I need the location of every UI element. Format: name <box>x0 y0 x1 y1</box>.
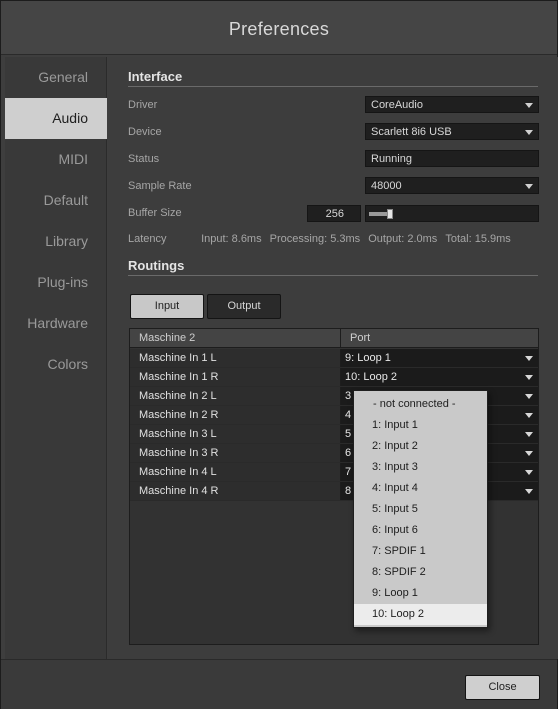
chevron-down-icon <box>525 470 533 475</box>
chevron-down-icon <box>525 375 533 380</box>
sample-rate-select[interactable]: 48000 <box>365 177 539 194</box>
sidebar-item-general[interactable]: General <box>5 57 107 98</box>
dropdown-option[interactable]: 4: Input 4 <box>354 478 487 499</box>
chevron-down-icon <box>525 356 533 361</box>
dropdown-option[interactable]: 5: Input 5 <box>354 499 487 520</box>
column-header-port: Port <box>350 332 371 344</box>
dropdown-option[interactable]: 8: SPDIF 2 <box>354 562 487 583</box>
driver-select[interactable]: CoreAudio <box>365 96 539 113</box>
device-label: Device <box>128 126 162 138</box>
port-value: 10: Loop 2 <box>345 371 397 383</box>
dropdown-option[interactable]: 3: Input 3 <box>354 457 487 478</box>
column-header-maschine: Maschine 2 <box>130 329 341 348</box>
chevron-down-icon <box>525 451 533 456</box>
row-channel-name: Maschine In 4 L <box>130 463 341 481</box>
chevron-down-icon <box>525 432 533 437</box>
latency-label: Latency <box>128 233 167 245</box>
dropdown-option[interactable]: 7: SPDIF 1 <box>354 541 487 562</box>
port-value: 4 <box>345 409 352 421</box>
status-field: Running <box>365 150 539 167</box>
table-row: Maschine In 1 L 9: Loop 1 <box>130 349 538 368</box>
buffer-size-value[interactable]: 256 <box>307 205 361 222</box>
sidebar-item-hardware[interactable]: Hardware <box>5 303 107 344</box>
chevron-down-icon <box>525 489 533 494</box>
sidebar-item-library[interactable]: Library <box>5 221 107 262</box>
slider-handle[interactable] <box>387 209 393 219</box>
status-label: Status <box>128 153 160 165</box>
row-channel-name: Maschine In 2 L <box>130 387 341 405</box>
sample-rate-value: 48000 <box>371 180 402 192</box>
table-row: Maschine In 1 R 10: Loop 2 <box>130 368 538 387</box>
driver-value: CoreAudio <box>371 99 423 111</box>
routings-section-title: Routings <box>128 258 185 273</box>
port-value: 9: Loop 1 <box>345 352 391 364</box>
interface-section-title: Interface <box>128 69 183 84</box>
chevron-down-icon <box>525 394 533 399</box>
chevron-down-icon <box>525 413 533 418</box>
sidebar-item-midi[interactable]: MIDI <box>5 139 107 180</box>
row-channel-name: Maschine In 3 L <box>130 425 341 443</box>
latency-total: Total: 15.9ms <box>445 233 511 245</box>
row-channel-name: Maschine In 4 R <box>130 482 341 500</box>
row-channel-name: Maschine In 2 R <box>130 406 341 424</box>
latency-output: Output: 2.0ms <box>368 233 438 245</box>
audio-settings-panel: Interface Driver CoreAudio Device Scarle… <box>108 57 558 659</box>
row-channel-name: Maschine In 3 R <box>130 444 341 462</box>
tab-output[interactable]: Output <box>207 294 281 319</box>
port-value: 5 <box>345 428 352 440</box>
latency-processing: Processing: 5.3ms <box>269 233 361 245</box>
window-title: Preferences <box>228 19 330 39</box>
port-value: 6 <box>345 447 352 459</box>
chevron-down-icon <box>525 130 533 135</box>
buffer-size-label: Buffer Size <box>128 207 182 219</box>
port-dropdown-menu: - not connected - 1: Input 1 2: Input 2 … <box>353 390 488 628</box>
chevron-down-icon <box>525 103 533 108</box>
dropdown-option[interactable]: 9: Loop 1 <box>354 583 487 604</box>
dropdown-option[interactable]: 2: Input 2 <box>354 436 487 457</box>
sidebar-item-default[interactable]: Default <box>5 180 107 221</box>
latency-readout: Latency Input: 8.6ms Processing: 5.3ms O… <box>128 233 543 245</box>
footer: Close <box>1 659 557 709</box>
section-divider <box>128 275 538 276</box>
port-select[interactable]: 9: Loop 1 <box>341 349 538 367</box>
close-button[interactable]: Close <box>465 675 540 700</box>
latency-input: Input: 8.6ms <box>201 233 262 245</box>
sample-rate-label: Sample Rate <box>128 180 192 192</box>
title-bar: Preferences <box>1 1 557 55</box>
tab-input[interactable]: Input <box>130 294 204 319</box>
buffer-size-slider[interactable] <box>365 205 539 222</box>
sidebar: General Audio MIDI Default Library Plug-… <box>5 57 107 659</box>
dropdown-option[interactable]: 6: Input 6 <box>354 520 487 541</box>
preferences-window: Preferences General Audio MIDI Default L… <box>0 0 558 709</box>
device-select[interactable]: Scarlett 8i6 USB <box>365 123 539 140</box>
port-select[interactable]: 10: Loop 2 <box>341 368 538 386</box>
dropdown-option-selected[interactable]: 10: Loop 2 <box>354 604 487 625</box>
port-value: 7 <box>345 466 352 478</box>
dropdown-option[interactable]: 1: Input 1 <box>354 415 487 436</box>
row-channel-name: Maschine In 1 R <box>130 368 341 386</box>
row-channel-name: Maschine In 1 L <box>130 349 341 367</box>
port-value: 8 <box>345 485 352 497</box>
sidebar-item-plug-ins[interactable]: Plug-ins <box>5 262 107 303</box>
device-value: Scarlett 8i6 USB <box>371 126 452 138</box>
sidebar-item-audio[interactable]: Audio <box>5 98 107 139</box>
table-header: Maschine 2 Port <box>130 329 538 348</box>
slider-fill <box>369 212 389 216</box>
section-divider <box>128 86 538 87</box>
port-value: 3 <box>345 390 352 402</box>
dropdown-option-not-connected[interactable]: - not connected - <box>354 394 487 415</box>
driver-label: Driver <box>128 99 158 111</box>
status-value: Running <box>371 153 412 165</box>
sidebar-item-colors[interactable]: Colors <box>5 344 107 385</box>
chevron-down-icon <box>525 184 533 189</box>
